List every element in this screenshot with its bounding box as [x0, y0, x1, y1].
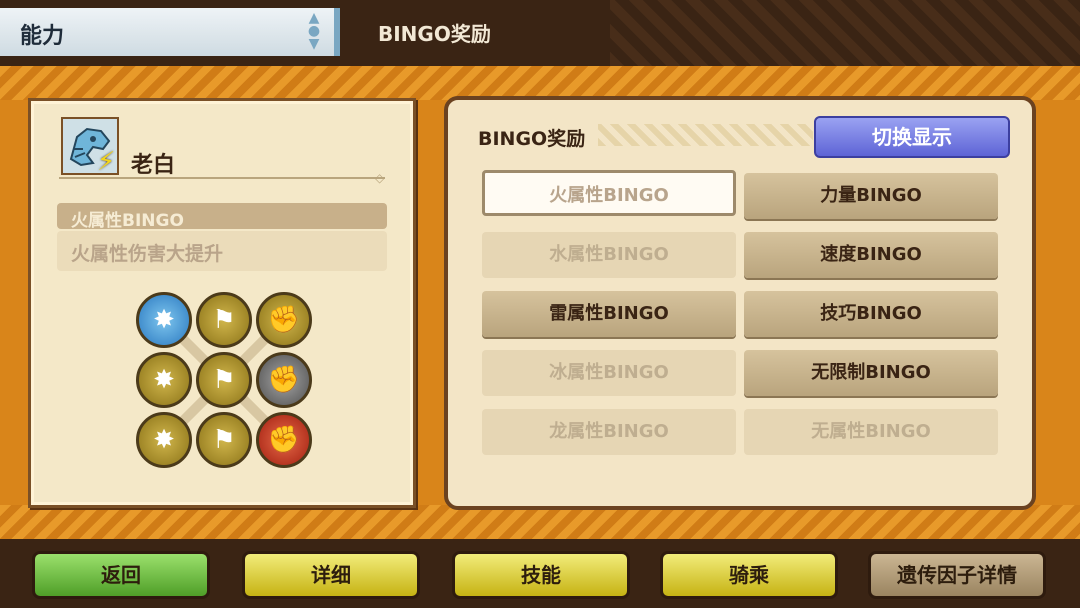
- top-pattern: [610, 0, 1080, 66]
- gene-slot[interactable]: ✸: [136, 352, 192, 408]
- bingo-option-thunder[interactable]: 雷属性BINGO: [482, 291, 736, 337]
- runner-icon: ⚑: [212, 425, 236, 455]
- ride-button[interactable]: 骑乘: [660, 551, 838, 599]
- bingo-option-dragon[interactable]: 龙属性BINGO: [482, 409, 736, 455]
- lightning-icon: ⚡: [97, 147, 116, 177]
- gene-slot[interactable]: ✊: [256, 352, 312, 408]
- page-title: 能力: [20, 24, 65, 49]
- flex-icon: ✊: [267, 365, 301, 395]
- gene-slot[interactable]: ✊: [256, 292, 312, 348]
- runner-icon: ⚑: [212, 365, 236, 395]
- skill-description: 火属性伤害大提升: [57, 231, 387, 271]
- bingo-option-ice[interactable]: 冰属性BINGO: [482, 350, 736, 396]
- title-tab[interactable]: 能力 ▲ ● ▼: [0, 8, 340, 56]
- back-button[interactable]: 返回: [32, 551, 210, 599]
- gene-slot[interactable]: ✸: [136, 412, 192, 468]
- bingo-header: BINGO奖励: [478, 128, 586, 150]
- runner-icon: ⚑: [212, 305, 236, 335]
- gene-slot[interactable]: ✊: [256, 412, 312, 468]
- gene-details-button[interactable]: 遗传因子详情: [868, 551, 1046, 599]
- bingo-option-power[interactable]: 力量BINGO: [744, 173, 998, 219]
- bingo-option-speed[interactable]: 速度BINGO: [744, 232, 998, 278]
- page-subtitle: BINGO奖励: [378, 22, 491, 46]
- burst-icon: ✸: [153, 425, 175, 455]
- flex-icon: ✊: [267, 425, 301, 455]
- bingo-option-technique[interactable]: 技巧BINGO: [744, 291, 998, 337]
- bottom-band: [0, 505, 1080, 539]
- divider: [59, 177, 385, 179]
- monster-name: 老白: [131, 153, 176, 178]
- burst-icon: ✸: [153, 305, 175, 335]
- top-bar: 能力 ▲ ● ▼ BINGO奖励: [0, 0, 1080, 66]
- flex-icon: ✊: [267, 305, 301, 335]
- bingo-option-unlimited[interactable]: 无限制BINGO: [744, 350, 998, 396]
- gene-slot[interactable]: ⚑: [196, 412, 252, 468]
- bingo-panel: BINGO奖励 切换显示 火属性BINGO 水属性BINGO 雷属性BINGO …: [444, 96, 1036, 510]
- skill-name: 火属性BINGO: [57, 203, 387, 231]
- gene-slot[interactable]: ✸: [136, 292, 192, 348]
- switch-display-button[interactable]: 切换显示: [814, 116, 1010, 158]
- divider-diamond-icon: ◇: [375, 171, 385, 185]
- gene-slot[interactable]: ⚑: [196, 292, 252, 348]
- gene-slot[interactable]: ⚑: [196, 352, 252, 408]
- bingo-option-non-element[interactable]: 无属性BINGO: [744, 409, 998, 455]
- burst-icon: ✸: [153, 365, 175, 395]
- details-button[interactable]: 详细: [242, 551, 420, 599]
- bingo-option-water[interactable]: 水属性BINGO: [482, 232, 736, 278]
- bingo-option-fire[interactable]: 火属性BINGO: [482, 170, 736, 216]
- header-pattern: [598, 124, 813, 146]
- scroll-arrows-icon[interactable]: ▲ ● ▼: [306, 11, 322, 52]
- gene-grid: ✸ ⚑ ✊ ✸ ⚑ ✊ ✸ ⚑ ✊: [131, 287, 317, 473]
- top-band: [0, 66, 1080, 100]
- skills-button[interactable]: 技能: [452, 551, 630, 599]
- monster-panel: ⚡ 老白 ◇ 火属性BINGO 火属性伤害大提升 ✸ ⚑ ✊ ✸ ⚑ ✊ ✸ ⚑…: [28, 98, 416, 508]
